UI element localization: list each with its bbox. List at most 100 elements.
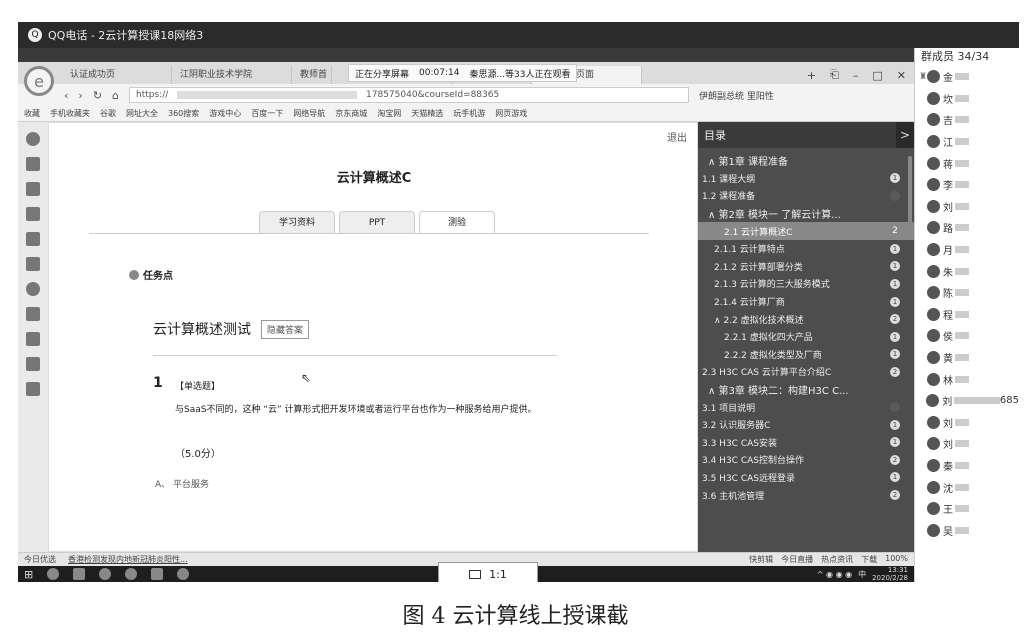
member-row[interactable]: 陈 — [915, 282, 1019, 304]
member-row[interactable]: 沈 — [915, 476, 1019, 498]
video-icon[interactable] — [26, 307, 40, 321]
toc-item[interactable]: 2.1 云计算概述C 2 — [698, 222, 914, 240]
member-row[interactable]: 江 — [915, 131, 1019, 153]
member-row[interactable]: 程 — [915, 304, 1019, 326]
member-row[interactable]: 王 — [915, 498, 1019, 520]
status-right-3[interactable]: 下载 — [861, 554, 877, 565]
browser-tab[interactable]: 江阴职业技术学院 — [172, 66, 292, 84]
toc-item[interactable]: ∧ 第1章 课程准备 — [698, 152, 914, 170]
toc-item[interactable]: 3.1 项目说明 — [698, 398, 914, 416]
member-row[interactable]: 蒋 — [915, 152, 1019, 174]
status-left-0[interactable]: 今日优选 — [24, 554, 56, 565]
toc-item[interactable]: 2.2.2 虚拟化类型及厂商 1 — [698, 346, 914, 364]
tab-1[interactable]: PPT — [339, 211, 415, 233]
windows-start-icon[interactable]: ⊞ — [24, 568, 33, 581]
member-row[interactable]: 侯 — [915, 325, 1019, 347]
member-row[interactable]: 吉 — [915, 109, 1019, 131]
member-row[interactable]: 林 — [915, 368, 1019, 390]
shop-icon[interactable] — [26, 332, 40, 346]
member-row[interactable]: 刘 — [915, 433, 1019, 455]
member-row[interactable]: 朱 — [915, 260, 1019, 282]
bookmark-item[interactable]: 手机收藏夹 — [50, 108, 90, 119]
member-row[interactable]: ♜ 金 — [915, 66, 1019, 88]
app2-icon[interactable] — [151, 568, 164, 580]
toc-item[interactable]: 2.2.1 虚拟化四大产品 1 — [698, 328, 914, 346]
qq-taskbar-icon[interactable] — [177, 568, 190, 580]
weibo-icon[interactable] — [26, 157, 40, 171]
tab-2[interactable]: 测验 — [419, 211, 495, 233]
window-control-button[interactable]: + — [807, 69, 816, 82]
option-a[interactable]: A、 平台服务 — [155, 477, 209, 490]
app1-icon[interactable] — [99, 568, 112, 580]
bookmark-item[interactable]: 淘宝网 — [377, 108, 401, 119]
bookmark-item[interactable]: 收藏 — [24, 108, 40, 119]
member-row[interactable]: 路 — [915, 217, 1019, 239]
toc-item[interactable]: ∧ 2.2 虚拟化技术概述 2 — [698, 310, 914, 328]
bookmark-item[interactable]: 京东商城 — [335, 108, 367, 119]
more-icon[interactable] — [26, 382, 40, 396]
tab-0[interactable]: 学习资料 — [259, 211, 335, 233]
tray-icons[interactable]: ^ ◉ ◉ ◉ — [817, 570, 852, 579]
share-icon[interactable] — [26, 357, 40, 371]
member-row[interactable]: 月 — [915, 239, 1019, 261]
status-right-2[interactable]: 热点资讯 — [821, 554, 853, 565]
toc-item[interactable]: 2.1.3 云计算的三大服务模式 1 — [698, 275, 914, 293]
home-icon[interactable]: ⌂ — [112, 89, 119, 102]
browser-logo-icon[interactable]: e — [24, 66, 54, 96]
bookmark-item[interactable]: 谷歌 — [100, 108, 116, 119]
exit-link[interactable]: 退出 — [667, 129, 687, 144]
task-view-icon[interactable] — [73, 568, 86, 580]
member-row[interactable]: 刘 685 — [915, 390, 1019, 412]
bookmark-item[interactable]: 网络导航 — [293, 108, 325, 119]
toc-item[interactable]: 2.1.2 云计算部署分类 1 — [698, 258, 914, 276]
music-icon[interactable] — [26, 282, 40, 296]
forward-icon[interactable]: › — [78, 89, 82, 102]
bookmark-item[interactable]: 网址大全 — [126, 108, 158, 119]
toc-item[interactable]: 1.2 课程准备 — [698, 187, 914, 205]
toc-item[interactable]: 3.3 H3C CAS安装 1 — [698, 434, 914, 452]
bookmark-item[interactable]: 游戏中心 — [209, 108, 241, 119]
window-control-button[interactable]: ⎗ — [830, 68, 839, 82]
toc-item[interactable]: 2.1.1 云计算特点 1 — [698, 240, 914, 258]
status-right-0[interactable]: 快剪辑 — [749, 554, 773, 565]
status-left-1[interactable]: 香港检测发现内地新冠肺炎阳性... — [68, 554, 188, 565]
member-row[interactable]: 坎 — [915, 88, 1019, 110]
member-row[interactable]: 吴 — [915, 519, 1019, 541]
bookmark-item[interactable]: 百度一下 — [251, 108, 283, 119]
toc-scrollbar[interactable] — [908, 156, 912, 226]
back-icon[interactable]: ‹ — [64, 89, 68, 102]
member-row[interactable]: 李 — [915, 174, 1019, 196]
member-row[interactable]: 刘 — [915, 412, 1019, 434]
zoom-ratio-box[interactable]: 1:1 — [438, 562, 538, 582]
toc-item[interactable]: 3.4 H3C CAS控制台操作 2 — [698, 451, 914, 469]
url-input[interactable]: https:// 178575040&courseId=88365 — [129, 87, 690, 103]
toc-item[interactable]: ∧ 第2章 模块一 了解云计算... — [698, 205, 914, 223]
bookmark-item[interactable]: 玩手机游 — [453, 108, 485, 119]
bookmark-item[interactable]: 天猫精选 — [411, 108, 443, 119]
toc-item[interactable]: 1.1 课程大纲 1 — [698, 170, 914, 188]
toc-item[interactable]: 3.6 主机池管理 2 — [698, 486, 914, 504]
browser-taskbar-icon[interactable] — [125, 568, 138, 580]
toc-expand-icon[interactable]: > — [896, 122, 914, 148]
note-icon[interactable] — [26, 232, 40, 246]
refresh-icon[interactable]: ↻ — [93, 89, 102, 102]
toc-item[interactable]: 2.1.4 云计算厂商 1 — [698, 293, 914, 311]
bookmark-item[interactable]: 网页游戏 — [495, 108, 527, 119]
toc-item[interactable]: 2.3 H3C CAS 云计算平台介绍C 2 — [698, 363, 914, 381]
zoom-level[interactable]: 100% — [885, 554, 908, 565]
toc-item[interactable]: ∧ 第3章 模块二：构建H3C C... — [698, 381, 914, 399]
window-control-button[interactable]: – — [853, 69, 859, 82]
window-control-button[interactable]: □ — [872, 69, 882, 82]
news-ticker[interactable]: 伊朗副总统 里阳性 — [699, 89, 774, 102]
mail-icon[interactable] — [26, 182, 40, 196]
status-right-1[interactable]: 今日直播 — [781, 554, 813, 565]
toc-item[interactable]: 3.5 H3C CAS远程登录 1 — [698, 469, 914, 487]
browser-tab[interactable]: 教师首 — [292, 66, 332, 84]
ime-indicator[interactable]: 中 — [858, 569, 866, 580]
bookmark-item[interactable]: 360搜索 — [168, 108, 199, 119]
member-row[interactable]: 秦 — [915, 455, 1019, 477]
hide-answer-button[interactable]: 隐藏答案 — [261, 319, 310, 339]
window-control-button[interactable]: ✕ — [897, 69, 906, 82]
app-icon[interactable] — [26, 207, 40, 221]
toc-item[interactable]: 3.2 认识服务器C 1 — [698, 416, 914, 434]
